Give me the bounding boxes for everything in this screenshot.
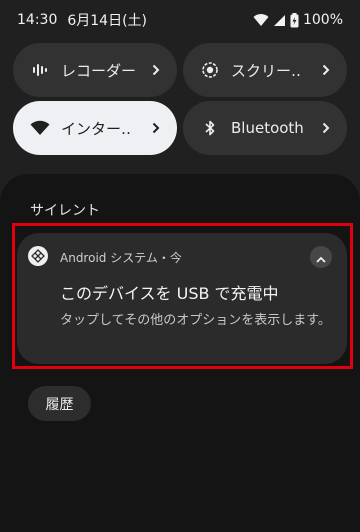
highlight-frame xyxy=(12,223,353,369)
tile-label: インター‥ xyxy=(61,119,132,138)
status-date: 6月14日(土) xyxy=(67,13,148,29)
tile-screen-record[interactable]: スクリー‥ xyxy=(183,43,347,97)
tile-label: Bluetooth xyxy=(231,119,304,137)
battery-percent: 100% xyxy=(302,12,343,28)
tile-label: レコーダー xyxy=(61,61,137,80)
chevron-right-icon xyxy=(319,63,333,77)
chevron-right-icon xyxy=(149,121,163,135)
battery-icon xyxy=(290,12,299,28)
screen-record-icon xyxy=(199,59,221,81)
tile-recorder[interactable]: レコーダー xyxy=(13,43,177,97)
tile-internet[interactable]: インター‥ xyxy=(13,101,177,155)
status-time: 14:30 xyxy=(17,12,58,28)
notification-shade-screen: 14:30 6月14日(土) 100% レコーダー スクリー‥ インター‥ Bl… xyxy=(0,0,360,532)
wifi-icon xyxy=(29,117,51,139)
recorder-icon xyxy=(29,59,51,81)
tile-label: スクリー‥ xyxy=(231,61,302,80)
tile-bluetooth[interactable]: Bluetooth xyxy=(183,101,347,155)
wifi-icon xyxy=(253,13,269,27)
chevron-right-icon xyxy=(319,121,333,135)
history-button[interactable]: 履歴 xyxy=(28,386,91,421)
signal-icon xyxy=(273,14,286,27)
chevron-right-icon xyxy=(149,63,163,77)
bluetooth-icon xyxy=(199,117,221,139)
status-bar: 14:30 6月14日(土) 100% xyxy=(0,0,360,40)
section-label-silent: サイレント xyxy=(30,203,100,219)
